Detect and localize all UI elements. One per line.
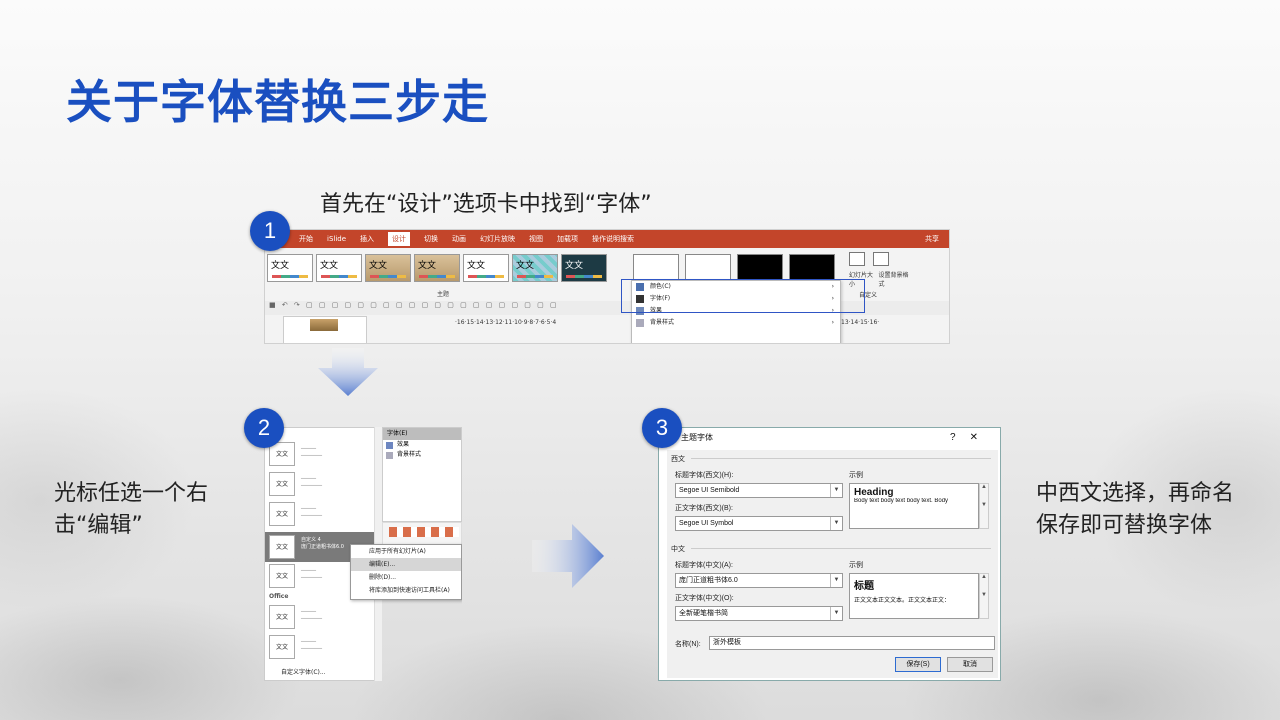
tab-design[interactable]: 设计 <box>388 232 411 246</box>
dialog-title: 主题字体 <box>681 433 713 442</box>
submenu-arrow-icon: › <box>831 319 834 326</box>
ribbon-tabs: 开始 iSlide 插入 设计 切换 动画 幻灯片放映 视图 加载项 操作说明搜… <box>265 230 949 248</box>
close-button[interactable]: ✕ <box>970 432 992 443</box>
heading-west-label: 标题字体(西文)(H): <box>675 472 734 479</box>
font-theme-item[interactable]: 文文 ━━━━━ ━━━━━━━ <box>269 472 375 502</box>
tab-animations[interactable]: 动画 <box>452 234 466 244</box>
tab-islide[interactable]: iSlide <box>327 235 346 243</box>
variant-thumb[interactable] <box>789 254 835 282</box>
right-arrow-icon <box>532 524 604 588</box>
theme-thumb[interactable]: 文文 <box>561 254 607 282</box>
slide-thumbnail[interactable] <box>283 316 367 343</box>
scrollbar[interactable]: ▲ ▼ <box>979 483 989 529</box>
sample-west-preview: Heading Body text body text body text. B… <box>849 483 979 529</box>
tab-transitions[interactable]: 切换 <box>424 234 438 244</box>
body-west-label: 正文字体(西文)(B): <box>675 505 733 512</box>
step2-badge: 2 <box>244 408 284 448</box>
background-styles-icon <box>636 319 644 327</box>
step2-caption: 光标任选一个右击“编辑” <box>54 481 209 538</box>
font-theme-item[interactable]: 文文 ━━━━━ ━━━━━━━ <box>269 502 375 532</box>
chevron-down-icon: ▼ <box>830 484 842 497</box>
menu-background-styles[interactable]: 背景样式 › <box>632 317 840 329</box>
theme-thumb[interactable]: 文文 <box>365 254 411 282</box>
format-background-button[interactable]: 设置背景格式 <box>878 270 909 288</box>
chevron-down-icon: ▼ <box>830 517 842 530</box>
menu-background-styles[interactable]: 背景样式 <box>383 450 461 460</box>
ctx-edit[interactable]: 编辑(E)... <box>351 558 461 571</box>
effects-icon <box>386 442 393 449</box>
variant-thumb[interactable] <box>737 254 783 282</box>
design-menu-fragment: 字体(E) 效果 背景样式 <box>382 427 462 522</box>
ctx-add-to-qat[interactable]: 将库添加到快速访问工具栏(A) <box>351 584 461 597</box>
office-section-label: Office <box>269 593 289 600</box>
variant-thumb[interactable] <box>685 254 731 282</box>
ribbon-screenshot: 开始 iSlide 插入 设计 切换 动画 幻灯片放映 视图 加载项 操作说明搜… <box>264 229 950 344</box>
ctx-delete[interactable]: 删除(D)... <box>351 571 461 584</box>
tell-me-search[interactable]: 操作说明搜索 <box>592 234 634 244</box>
sample-west-label: 示例 <box>849 472 863 479</box>
sample-cn-label: 示例 <box>849 562 863 569</box>
theme-fonts-dialog: 主题字体 ?✕ 西文 标题字体(西文)(H): Segoe UI Semibol… <box>658 427 1001 681</box>
body-cn-label: 正文字体(中文)(O): <box>675 595 734 602</box>
context-menu: 应用于所有幻灯片(A) 编辑(E)... 删除(D)... 将库添加到快速访问工… <box>350 544 462 600</box>
tab-home[interactable]: 开始 <box>299 234 313 244</box>
heading-cn-select[interactable]: 庞门正道粗书体6.0 ▼ <box>675 573 843 588</box>
font-theme-item[interactable]: 文文 ━━━━━ ━━━━━━━ <box>269 605 375 635</box>
scrollbar[interactable]: ▲ ▼ <box>979 573 989 619</box>
theme-font-list-screenshot: 文文 ━━━━━ ━━━━━━━ 文文 ━━━━━ ━━━━━━━ 文文 ━━━━━ ━━━… <box>264 427 462 681</box>
menu-effects[interactable]: 效果 <box>383 440 461 450</box>
slide: 关于字体替换三步走 首先在“设计”选项卡中找到“字体” 光标任选一个右击“编辑”… <box>0 0 1280 720</box>
step1-badge: 1 <box>250 211 290 251</box>
chevron-down-icon: ▼ <box>830 574 842 587</box>
tab-insert[interactable]: 插入 <box>360 234 374 244</box>
chevron-down-icon: ▼ <box>830 607 842 620</box>
step3-caption: 中西文选择，再命名保存即可替换字体 <box>1036 481 1235 538</box>
highlight-box <box>621 279 865 313</box>
ruler-right: 13·14·15·16· <box>841 319 880 326</box>
share-button[interactable]: 共享 <box>925 234 939 244</box>
dialog-body: 西文 标题字体(西文)(H): Segoe UI Semibold ▼ 正文字体(… <box>667 450 998 678</box>
theme-thumb[interactable]: 文文 <box>316 254 362 282</box>
theme-thumb[interactable]: 文文 <box>414 254 460 282</box>
tab-view[interactable]: 视图 <box>529 234 543 244</box>
format-background-icon[interactable] <box>873 252 889 266</box>
slide-size-icon[interactable] <box>849 252 865 266</box>
heading-west-select[interactable]: Segoe UI Semibold ▼ <box>675 483 843 498</box>
body-cn-select[interactable]: 全新硬笔楷书简 ▼ <box>675 606 843 621</box>
name-label: 名称(N): <box>675 641 701 648</box>
variant-thumb[interactable] <box>633 254 679 282</box>
background-styles-icon <box>386 452 393 459</box>
slide-title: 关于字体替换三步走 <box>66 75 489 129</box>
heading-cn-label: 标题字体(中文)(A): <box>675 562 733 569</box>
western-section-label: 西文 <box>671 456 685 463</box>
chinese-section-label: 中文 <box>671 546 685 553</box>
font-theme-item[interactable]: 文文 ━━━━━ ━━━━━━━ <box>269 442 375 472</box>
font-theme-item[interactable]: 文文 ━━━━━ ━━━━━━━ <box>269 635 375 665</box>
ruler: ·16·15·14·13·12·11·10·9·8·7·6·5·4 <box>455 319 557 326</box>
help-button[interactable]: ? <box>950 432 970 443</box>
tab-addins[interactable]: 加载项 <box>557 234 578 244</box>
step1-caption: 首先在“设计”选项卡中找到“字体” <box>320 192 652 217</box>
theme-thumb[interactable]: 文文 <box>512 254 558 282</box>
ctx-apply-all[interactable]: 应用于所有幻灯片(A) <box>351 545 461 558</box>
step3-badge: 3 <box>642 408 682 448</box>
save-button[interactable]: 保存(S) <box>895 657 941 672</box>
tab-slideshow[interactable]: 幻灯片放映 <box>480 234 515 244</box>
customize-group-label: 自定义 <box>859 292 878 299</box>
theme-thumb[interactable]: 文文 <box>267 254 313 282</box>
variant-gallery <box>633 254 835 282</box>
custom-fonts-link[interactable]: 自定义字体(C)... <box>281 667 326 676</box>
cancel-button[interactable]: 取消 <box>947 657 993 672</box>
theme-gallery: 文文 文文 文文 文文 文文 文文 文文 <box>267 254 607 282</box>
dialog-title-bar: 主题字体 ?✕ <box>659 428 1000 448</box>
sample-cn-preview: 标题 正文文本正文文本。正文文本正文： <box>849 573 979 619</box>
body-west-select[interactable]: Segoe UI Symbol ▼ <box>675 516 843 531</box>
theme-thumb[interactable]: 文文 <box>463 254 509 282</box>
down-arrow-icon <box>318 348 378 396</box>
name-input[interactable]: 浙外模板 <box>709 636 995 650</box>
theme-group-label: 主题 <box>437 291 450 298</box>
menu-fonts-header[interactable]: 字体(E) <box>383 428 461 440</box>
